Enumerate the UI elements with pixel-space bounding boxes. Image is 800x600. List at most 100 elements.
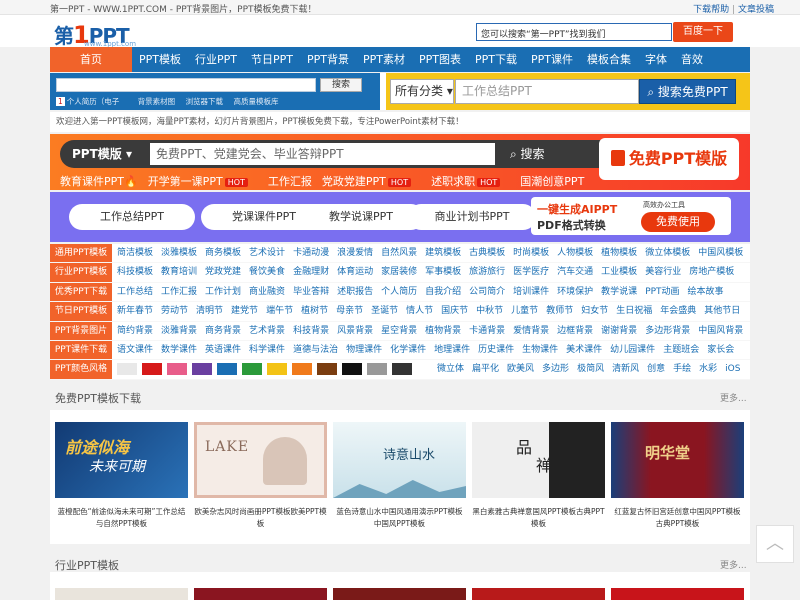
category-link[interactable]: 端午节 [266, 306, 293, 316]
banner-tag-link[interactable]: 国潮创意PPT [520, 175, 584, 188]
category-link[interactable]: 绘本故事 [688, 287, 724, 297]
pill-work-summary[interactable]: 工作总结PPT [69, 204, 195, 230]
category-label[interactable]: 节日PPT模板 [50, 302, 112, 321]
blue-search-input[interactable] [56, 78, 316, 92]
category-link[interactable]: 道德与法治 [293, 345, 338, 355]
category-link[interactable]: 中国风模板 [698, 248, 743, 258]
category-link[interactable]: 新年春节 [117, 306, 153, 316]
category-link[interactable]: 数学课件 [161, 345, 197, 355]
category-link[interactable]: 旅游旅行 [469, 267, 505, 277]
category-link[interactable]: 妇女节 [581, 306, 608, 316]
category-link[interactable]: 培训课件 [513, 287, 549, 297]
category-link[interactable]: 家长会 [707, 345, 734, 355]
category-link[interactable]: 化学课件 [390, 345, 426, 355]
hot-link-bg[interactable]: 背景素材图 [138, 97, 176, 106]
category-link[interactable]: 时尚模板 [513, 248, 549, 258]
nav-item[interactable]: 模板合集 [580, 47, 638, 72]
category-link[interactable]: 工作总结 [117, 287, 153, 297]
category-link[interactable]: 个人简历 [381, 287, 417, 297]
category-link[interactable]: 多边形背景 [645, 326, 690, 336]
category-link[interactable]: 清明节 [196, 306, 223, 316]
banner-search-input[interactable]: 免费PPT、党建党会、毕业答辩PPT [150, 143, 495, 165]
yellow-search-input[interactable]: 工作总结PPT [455, 79, 639, 104]
nav-item[interactable]: PPT素材 [356, 47, 412, 72]
category-label[interactable]: 优秀PPT下载 [50, 282, 112, 302]
category-select[interactable]: 所有分类 ▾ [390, 79, 454, 104]
category-link[interactable]: 国庆节 [441, 306, 468, 316]
category-link[interactable]: 工作计划 [205, 287, 241, 297]
category-link[interactable]: 幼儿园课件 [610, 345, 655, 355]
category-link[interactable]: 党政党建 [205, 267, 241, 277]
category-link[interactable]: 植物模板 [601, 248, 637, 258]
baidu-search-button[interactable]: 百度一下 [673, 22, 733, 42]
category-link[interactable]: 谢谢背景 [601, 326, 637, 336]
category-link[interactable]: 中国风背景 [698, 326, 743, 336]
category-link[interactable]: 极简风 [577, 364, 604, 374]
category-link[interactable]: 植物背景 [425, 326, 461, 336]
color-swatch[interactable] [367, 362, 387, 375]
category-link[interactable]: 历史课件 [478, 345, 514, 355]
industry-templates-more-link[interactable]: 更多... [720, 558, 747, 571]
banner-category-select[interactable]: PPT模版 ▾ [72, 140, 132, 168]
pill-teaching[interactable]: 教学说课PPT [298, 204, 424, 230]
category-link[interactable]: 情人节 [406, 306, 433, 316]
category-link[interactable]: 教学说课 [601, 287, 637, 297]
category-link[interactable]: 其他节日 [704, 306, 740, 316]
category-link[interactable]: 房地产模板 [689, 267, 734, 277]
color-swatch[interactable] [167, 362, 187, 375]
color-swatch[interactable] [292, 362, 312, 375]
industry-card[interactable] [55, 588, 188, 600]
category-link[interactable]: 物理课件 [346, 345, 382, 355]
color-swatch[interactable] [217, 362, 237, 375]
category-link[interactable]: 教师节 [546, 306, 573, 316]
category-link[interactable]: 手绘 [673, 364, 691, 374]
category-label[interactable]: 行业PPT模板 [50, 263, 112, 282]
category-link[interactable]: 浪漫爱情 [337, 248, 373, 258]
category-label[interactable]: 通用PPT模板 [50, 244, 112, 263]
pill-business-plan[interactable]: 商业计划书PPT [408, 204, 536, 230]
category-link[interactable]: 生物课件 [522, 345, 558, 355]
category-link[interactable]: 商务背景 [205, 326, 241, 336]
category-link[interactable]: 环境保护 [557, 287, 593, 297]
category-link[interactable]: 劳动节 [161, 306, 188, 316]
back-to-top-button[interactable]: ︿ [756, 525, 794, 563]
category-link[interactable]: 自然风景 [381, 248, 417, 258]
category-link[interactable]: 艺术背景 [249, 326, 285, 336]
banner-tag-link[interactable]: 工作汇报 [268, 175, 312, 188]
category-link[interactable]: 圣诞节 [371, 306, 398, 316]
category-link[interactable]: 欧美风 [507, 364, 534, 374]
industry-card[interactable] [472, 588, 605, 600]
industry-card[interactable] [194, 588, 327, 600]
category-link[interactable]: 星空背景 [381, 326, 417, 336]
category-link[interactable]: 医学医疗 [513, 267, 549, 277]
category-link[interactable]: 扁平化 [472, 364, 499, 374]
category-link[interactable]: PPT动画 [645, 287, 679, 297]
download-help-link[interactable]: 下载帮助 [693, 5, 729, 15]
free-use-button[interactable]: 免费使用 [641, 212, 715, 232]
category-label[interactable]: PPT课件下载 [50, 340, 112, 360]
free-ppt-template-button[interactable]: 免费PPT模版 [599, 138, 739, 180]
category-link[interactable]: 年会盛典 [660, 306, 696, 316]
category-link[interactable]: 美容行业 [645, 267, 681, 277]
category-link[interactable]: 英语课件 [205, 345, 241, 355]
nav-item[interactable]: PPT课件 [524, 47, 580, 72]
category-link[interactable]: 卡通背景 [469, 326, 505, 336]
category-link[interactable]: 金融理财 [293, 267, 329, 277]
category-link[interactable]: 植树节 [301, 306, 328, 316]
category-link[interactable]: 公司简介 [469, 287, 505, 297]
template-card[interactable]: LAKE 欧美杂志风时尚画册PPT模板欧美PPT模板 [194, 422, 327, 530]
category-link[interactable]: 微立体 [437, 364, 464, 374]
banner-search-button[interactable]: ⌕ 搜索 [510, 140, 545, 168]
aippt-promo[interactable]: 一键生成AIPPT PDF格式转换 高效办公工具 免费使用 [531, 197, 731, 235]
color-swatch[interactable] [342, 362, 362, 375]
category-link[interactable]: 水彩 [699, 364, 717, 374]
category-link[interactable]: 科学课件 [249, 345, 285, 355]
blue-search-button[interactable]: 搜索 [320, 78, 362, 92]
banner-tag-link[interactable]: 述职求职 HOT [431, 175, 510, 188]
category-link[interactable]: 中秋节 [476, 306, 503, 316]
category-link[interactable]: 餐饮美食 [249, 267, 285, 277]
category-link[interactable]: 母亲节 [336, 306, 363, 316]
nav-item[interactable]: PPT下载 [468, 47, 524, 72]
hot-link-resume[interactable]: 1 个人简历（电子 [56, 97, 127, 106]
color-swatch[interactable] [142, 362, 162, 375]
